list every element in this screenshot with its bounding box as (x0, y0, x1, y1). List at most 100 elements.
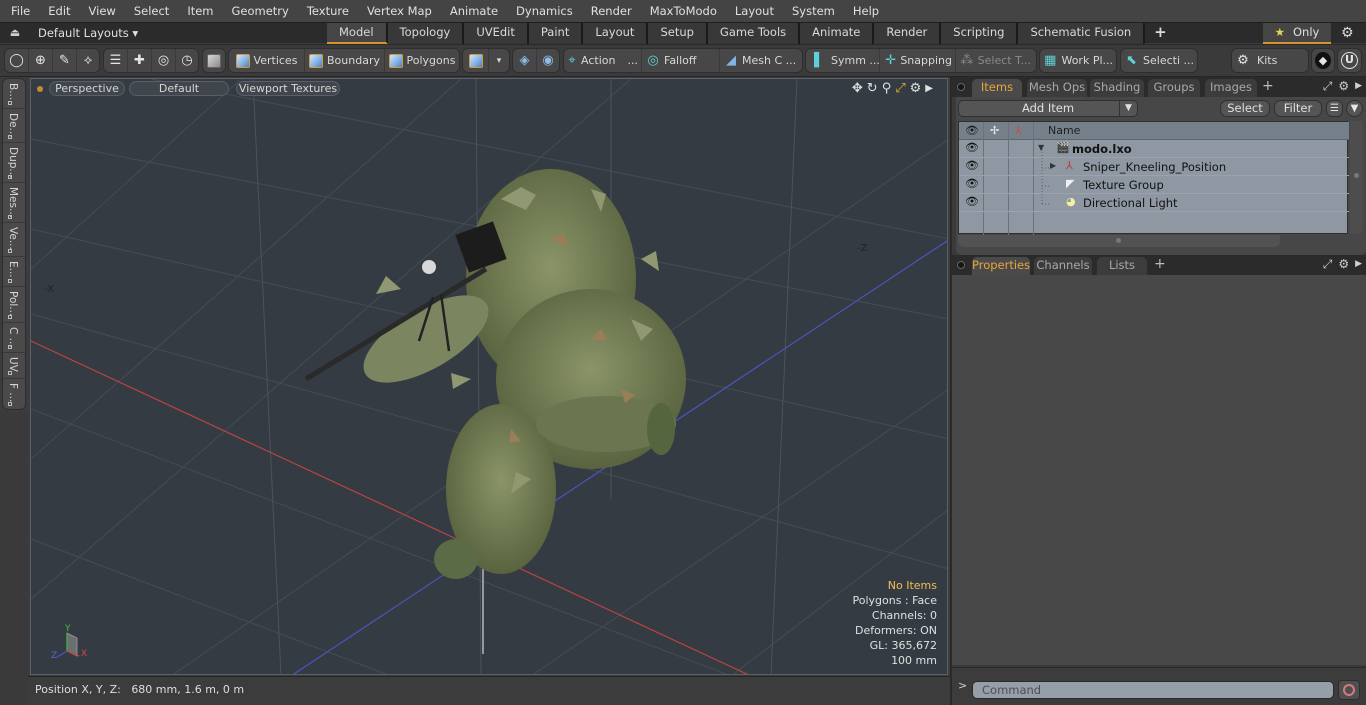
menu-maxtomodo[interactable]: MaxToModo (641, 4, 726, 18)
palette-item-mesh-edit[interactable]: Mes... (3, 183, 25, 223)
select-through-button[interactable]: ⁂ Select T... (956, 49, 1034, 72)
action-button[interactable]: ⌖ Action... (564, 49, 642, 72)
tree-vertical-scrollbar[interactable] (1350, 121, 1363, 234)
viewport-textures-button[interactable]: Viewport Textures (236, 81, 340, 96)
tab-groups[interactable]: Groups (1148, 79, 1200, 97)
item-mode-button[interactable] (203, 49, 225, 72)
globe-button[interactable]: ⊕ (29, 49, 53, 72)
menu-dynamics[interactable]: Dynamics (507, 4, 582, 18)
menu-select[interactable]: Select (125, 4, 178, 18)
unity-button[interactable]: ◆ (1312, 49, 1334, 72)
lasso-button[interactable]: ⟡ (77, 49, 99, 72)
maximize-icon[interactable]: ⤢ (1323, 257, 1333, 272)
menu-vertex-map[interactable]: Vertex Map (358, 4, 441, 18)
menu-layout[interactable]: Layout (726, 4, 783, 18)
menu-render[interactable]: Render (582, 4, 641, 18)
eye-icon[interactable]: 👁 (965, 141, 979, 154)
eye-icon[interactable]: 👁 (965, 177, 979, 190)
panel-dot-icon[interactable] (957, 83, 965, 91)
zoom-icon[interactable]: ⚲ (882, 81, 892, 96)
collapse-icon[interactable]: ▼ (1038, 143, 1044, 152)
center-button[interactable]: ◈ (513, 49, 537, 72)
select-button[interactable]: Select (1220, 100, 1270, 117)
palette-item-edge[interactable]: E... (3, 257, 25, 287)
gear-icon[interactable]: ⚙ (1341, 25, 1354, 41)
tab-items[interactable]: Items (972, 79, 1022, 97)
gear-icon[interactable]: ⚙ (1338, 257, 1349, 272)
menu-animate[interactable]: Animate (441, 4, 507, 18)
menu-file[interactable]: File (0, 4, 39, 18)
menu-texture[interactable]: Texture (298, 4, 358, 18)
chevron-right-icon[interactable]: ▶ (1355, 79, 1362, 94)
palette-item-polygon[interactable]: Pol... (3, 287, 25, 323)
filter-button[interactable]: Filter (1274, 100, 1322, 117)
frame-button[interactable]: ◎ (152, 49, 176, 72)
polygons-button[interactable]: Polygons (385, 49, 459, 72)
tab-paint[interactable]: Paint (528, 23, 584, 44)
unreal-button[interactable]: U (1338, 49, 1361, 72)
tab-uvedit[interactable]: UVEdit (464, 23, 529, 44)
add-tab-button[interactable]: + (1145, 23, 1176, 44)
material-mode-dropdown[interactable]: ▾ (489, 49, 509, 72)
name-column-header[interactable]: Name (1048, 124, 1080, 137)
gear-icon[interactable]: ⚙ (910, 81, 922, 96)
scroll-handle[interactable] (1116, 238, 1121, 243)
uv-unwrap-button[interactable]: ✚ (128, 49, 152, 72)
menu-help[interactable]: Help (844, 4, 888, 18)
mesh-constraint-button[interactable]: ◢ Mesh C ... (720, 49, 800, 72)
align-button[interactable]: ☰ (104, 49, 128, 72)
tab-properties[interactable]: Properties (972, 257, 1030, 275)
circle-select-button[interactable]: ◯ (5, 49, 29, 72)
tab-animate[interactable]: Animate (800, 23, 875, 44)
tree-row-scene[interactable]: 👁 ▼ 🎬 modo.lxo (959, 140, 1349, 158)
tree-row-mesh[interactable]: 👁 ▶ ⅄ Sniper_Kneeling_Position (959, 158, 1349, 176)
clock-button[interactable]: ◷ (176, 49, 198, 72)
scroll-handle[interactable] (1354, 173, 1359, 178)
selection-sets-button[interactable]: ⬉ Selecti ... (1121, 49, 1197, 72)
vertices-button[interactable]: Vertices (229, 49, 305, 72)
funnel-filter-button[interactable]: ▼ (1346, 100, 1363, 117)
palette-item-basic[interactable]: B... (3, 79, 25, 109)
menu-system[interactable]: System (783, 4, 844, 18)
rotate-icon[interactable]: ↻ (867, 81, 878, 96)
palette-item-vertex[interactable]: Ve... (3, 223, 25, 257)
menu-item[interactable]: Item (178, 4, 222, 18)
shading-mode-button[interactable]: Default (129, 81, 229, 96)
palette-item-deform[interactable]: De... (3, 109, 25, 143)
record-macro-button[interactable] (1338, 680, 1360, 700)
sniper-model[interactable] (304, 169, 686, 579)
maximize-icon[interactable]: ⤢ (895, 81, 905, 96)
tab-model[interactable]: Model (327, 23, 388, 44)
panel-dot-icon[interactable] (957, 261, 965, 269)
only-button[interactable]: ★ Only (1263, 23, 1331, 44)
tab-topology[interactable]: Topology (387, 23, 465, 44)
view-mode-button[interactable]: Perspective (49, 81, 125, 96)
eject-icon[interactable]: ⏏ (8, 26, 22, 40)
tab-lists[interactable]: Lists (1097, 257, 1147, 275)
material-mode-button[interactable] (463, 49, 489, 72)
pan-icon[interactable]: ✥ (852, 81, 863, 96)
gear-icon[interactable]: ⚙ (1338, 79, 1349, 94)
tab-shading[interactable]: Shading (1090, 79, 1144, 97)
chevron-down-icon[interactable]: ▼ (1119, 101, 1137, 116)
palette-item-fusion[interactable]: F ... (3, 379, 25, 409)
tab-images[interactable]: Images (1205, 79, 1257, 97)
tab-scripting[interactable]: Scripting (941, 23, 1019, 44)
menu-geometry[interactable]: Geometry (223, 4, 298, 18)
tab-game-tools[interactable]: Game Tools (707, 23, 801, 44)
palette-item-curve[interactable]: C ... (3, 323, 25, 353)
tab-schematic-fusion[interactable]: Schematic Fusion (1018, 23, 1146, 44)
pen-button[interactable]: ✎ (53, 49, 77, 72)
add-tab-button[interactable]: + (1262, 78, 1274, 94)
kits-button[interactable]: ⚙ Kits (1232, 49, 1308, 72)
tab-render[interactable]: Render (874, 23, 942, 44)
maximize-icon[interactable]: ⤢ (1323, 79, 1333, 94)
add-tab-button[interactable]: + (1154, 256, 1166, 272)
snapping-button[interactable]: ✛ Snapping (880, 49, 956, 72)
work-plane-button[interactable]: ▦ Work Pl... (1040, 49, 1116, 72)
3d-viewport[interactable]: Perspective Default Viewport Textures ✥ … (30, 78, 948, 675)
eye-icon[interactable]: 👁 (965, 195, 979, 208)
tree-horizontal-scrollbar[interactable] (958, 235, 1280, 247)
palette-item-duplicate[interactable]: Dup... (3, 143, 25, 183)
tab-layout[interactable]: Layout (583, 23, 649, 44)
